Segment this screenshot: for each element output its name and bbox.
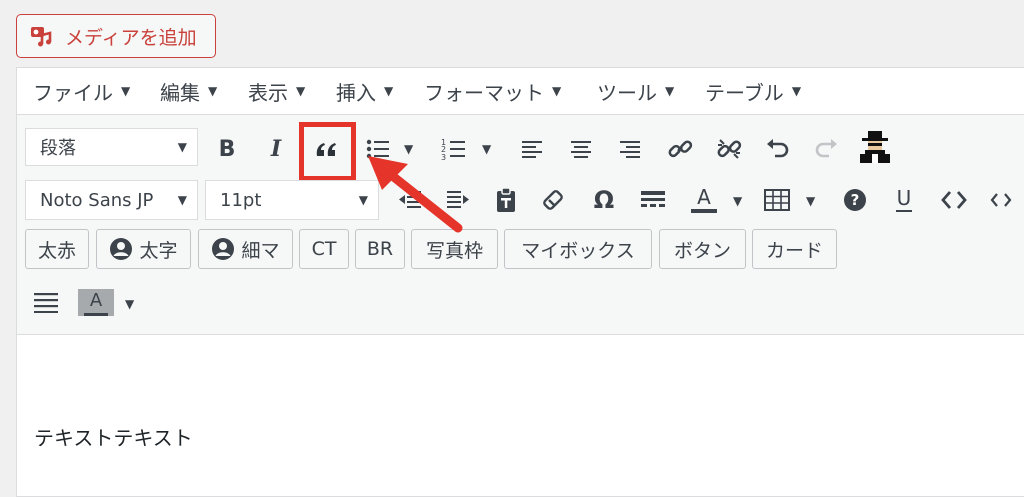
- align-center-icon: [569, 139, 593, 159]
- menu-insert[interactable]: 挿入 ▼: [336, 78, 394, 105]
- chevron-down-icon: ▼: [552, 84, 562, 98]
- format-select[interactable]: 段落 ▼: [25, 128, 198, 166]
- chevron-down-icon: ▼: [296, 84, 306, 98]
- undo-button[interactable]: [760, 131, 796, 167]
- chevron-down-icon: ▼: [177, 193, 187, 207]
- user-circle-icon: [211, 237, 235, 261]
- code-icon: [941, 189, 967, 211]
- menu-table[interactable]: テーブル ▼: [705, 78, 802, 105]
- font-size-select[interactable]: 11pt ▼: [205, 180, 379, 220]
- menu-file[interactable]: ファイル ▼: [33, 78, 131, 105]
- align-center-button[interactable]: [563, 131, 599, 167]
- italic-button[interactable]: I: [258, 131, 294, 167]
- help-icon: ?: [843, 188, 867, 212]
- style-button-futoji[interactable]: 太字: [96, 229, 191, 269]
- chevron-down-icon: ▼: [121, 84, 131, 98]
- code-small-button[interactable]: [983, 182, 1019, 218]
- align-left-button[interactable]: [515, 131, 551, 167]
- justify-button[interactable]: [28, 284, 64, 320]
- underline-button[interactable]: U: [886, 182, 922, 218]
- link-icon: [667, 136, 693, 162]
- svg-text:?: ?: [851, 191, 860, 209]
- clear-formatting-button[interactable]: [536, 182, 572, 218]
- user-circle-icon: [109, 237, 133, 261]
- chevron-down-icon: ▼: [665, 84, 675, 98]
- clipboard-icon: [494, 187, 518, 213]
- align-right-icon: [617, 139, 641, 159]
- align-right-button[interactable]: [611, 131, 647, 167]
- align-left-icon: [521, 139, 545, 159]
- editor-content-paragraph[interactable]: テキストテキスト: [34, 422, 193, 451]
- redo-button[interactable]: [808, 131, 844, 167]
- table-dropdown[interactable]: ▼: [806, 194, 815, 208]
- character-icon-button[interactable]: [857, 129, 893, 165]
- help-button[interactable]: ?: [837, 182, 873, 218]
- menu-format[interactable]: フォーマット ▼: [424, 78, 562, 105]
- menu-view[interactable]: 表示 ▼: [248, 78, 306, 105]
- chevron-down-icon: ▼: [177, 140, 187, 154]
- style-button-card[interactable]: カード: [752, 229, 837, 269]
- background-color-dropdown[interactable]: ▼: [125, 297, 134, 311]
- style-button-hosoma[interactable]: 細マ: [198, 229, 293, 269]
- chevron-down-icon: ▼: [384, 84, 394, 98]
- undo-icon: [765, 138, 791, 160]
- table-icon: [764, 189, 790, 211]
- insert-link-button[interactable]: [662, 131, 698, 167]
- code-button[interactable]: [936, 182, 972, 218]
- add-media-label: メディアを追加: [65, 26, 197, 49]
- text-color-icon: A: [691, 187, 717, 213]
- bold-button[interactable]: B: [209, 131, 245, 167]
- justify-icon: [33, 291, 59, 313]
- unlink-icon: [715, 135, 743, 163]
- horizontal-line-button[interactable]: [635, 182, 671, 218]
- table-button[interactable]: [759, 182, 795, 218]
- redo-icon: [813, 138, 839, 160]
- horizontal-line-icon: [640, 189, 666, 211]
- text-color-button[interactable]: A: [686, 182, 722, 218]
- code-icon: [990, 191, 1012, 209]
- style-button-taiaka[interactable]: 太赤: [25, 229, 89, 269]
- avatar-icon: [859, 130, 891, 164]
- eraser-icon: [542, 188, 566, 212]
- special-character-button[interactable]: Ω: [586, 182, 622, 218]
- add-media-button[interactable]: メディアを追加: [16, 14, 216, 58]
- style-button-button[interactable]: ボタン: [659, 229, 746, 269]
- style-button-mybox[interactable]: マイボックス: [504, 229, 652, 269]
- chevron-down-icon: ▼: [791, 84, 802, 98]
- background-color-button[interactable]: A: [78, 284, 114, 320]
- annotation-arrow-icon: [368, 156, 463, 233]
- menu-tools[interactable]: ツール ▼: [597, 78, 675, 105]
- paste-text-button[interactable]: [488, 182, 524, 218]
- chevron-down-icon: ▼: [208, 84, 218, 98]
- style-button-ct[interactable]: CT: [299, 229, 349, 269]
- highlight-annotation-box: [299, 122, 356, 181]
- text-color-dropdown[interactable]: ▼: [733, 194, 742, 208]
- unlink-button[interactable]: [711, 131, 747, 167]
- media-icon: [29, 24, 55, 48]
- menu-edit[interactable]: 編集 ▼: [160, 78, 218, 105]
- font-family-select[interactable]: Noto Sans JP ▼: [25, 180, 198, 220]
- background-color-icon: A: [78, 288, 114, 316]
- numbered-list-dropdown[interactable]: ▼: [482, 142, 491, 156]
